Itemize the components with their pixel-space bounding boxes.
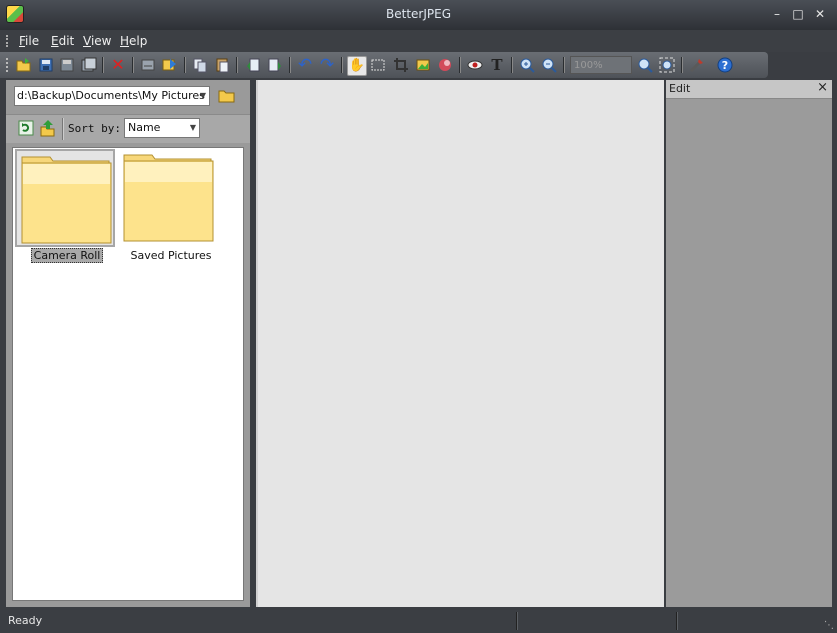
path-value: d:\Backup\Documents\My Pictures — [17, 89, 205, 102]
undo-icon[interactable]: ↶ — [296, 56, 314, 74]
window-title: BetterJPEG — [386, 7, 451, 21]
zoom-actual-icon[interactable] — [636, 56, 654, 74]
status-bar: Ready ⋱ — [0, 610, 837, 633]
main-toolbar: ✕ ↶ ↷ ✋ T 100% ? — [0, 52, 768, 78]
export-icon[interactable] — [161, 56, 179, 74]
thumbnail-grid: Camera Roll Saved Pictures — [12, 147, 244, 601]
open-icon[interactable] — [15, 56, 33, 74]
close-button[interactable]: ✕ — [811, 6, 829, 22]
adjust-image-icon[interactable] — [414, 56, 432, 74]
sort-by-value: Name — [128, 121, 161, 134]
red-eye-icon[interactable] — [466, 56, 484, 74]
menu-help[interactable]: Help — [120, 34, 147, 48]
rotate-left-icon[interactable] — [244, 56, 262, 74]
toolbar-separator — [62, 118, 64, 140]
status-divider — [516, 612, 518, 630]
copy-icon[interactable] — [191, 56, 209, 74]
zoom-in-icon[interactable] — [518, 56, 536, 74]
status-text: Ready — [8, 614, 43, 627]
image-canvas[interactable] — [256, 80, 664, 607]
refresh-icon[interactable] — [18, 120, 34, 139]
title-bar: BetterJPEG – □ ✕ — [0, 0, 837, 30]
close-icon[interactable]: × — [817, 80, 828, 95]
zoom-fit-icon[interactable] — [658, 56, 676, 74]
menu-file[interactable]: File — [19, 34, 39, 48]
edit-panel: Edit × — [666, 80, 832, 607]
save-icon[interactable] — [37, 56, 55, 74]
chevron-down-icon: ▼ — [189, 123, 196, 132]
redo-icon[interactable]: ↷ — [318, 56, 336, 74]
zoom-out-icon[interactable] — [540, 56, 558, 74]
sort-by-label: Sort by: — [68, 122, 121, 135]
path-select[interactable]: d:\Backup\Documents\My Pictures ▼ — [14, 86, 210, 106]
folder-thumbnail — [15, 149, 115, 247]
batch-save-icon[interactable] — [80, 56, 98, 74]
browser-toolbar: Sort by: Name ▼ — [6, 114, 250, 143]
folder-icon — [21, 156, 112, 244]
sort-by-select[interactable]: Name ▼ — [124, 118, 200, 138]
crop-icon[interactable] — [392, 56, 410, 74]
menu-grip[interactable] — [6, 35, 11, 47]
up-folder-icon[interactable] — [39, 119, 55, 140]
maximize-button[interactable]: □ — [789, 6, 807, 22]
edit-panel-title: Edit — [669, 82, 691, 95]
folder-icon — [123, 154, 214, 242]
edit-panel-header: Edit × — [666, 80, 832, 99]
select-tool-icon[interactable] — [369, 56, 387, 74]
toolbar-grip[interactable] — [6, 58, 11, 72]
text-tool-icon[interactable]: T — [488, 56, 506, 74]
paste-icon[interactable] — [213, 56, 231, 74]
browse-folder-icon[interactable] — [218, 88, 236, 104]
resize-grip-icon[interactable]: ⋱ — [824, 620, 834, 631]
menu-view[interactable]: View — [83, 34, 111, 48]
minimize-button[interactable]: – — [768, 6, 786, 22]
folder-caption: Saved Pictures — [130, 249, 212, 262]
rotate-right-icon[interactable] — [266, 56, 284, 74]
help-icon[interactable]: ? — [716, 56, 734, 74]
settings-icon[interactable] — [688, 56, 706, 74]
svg-text:?: ? — [722, 59, 728, 72]
undo-history-icon[interactable] — [139, 56, 157, 74]
status-divider — [676, 612, 678, 630]
folder-thumbnail — [119, 149, 219, 247]
menu-bar: File Edit View Help — [0, 30, 837, 52]
hand-tool-icon[interactable]: ✋ — [347, 56, 367, 76]
file-browser-panel: d:\Backup\Documents\My Pictures ▼ Sort b… — [6, 80, 250, 607]
chevron-down-icon: ▼ — [199, 91, 206, 100]
menu-edit[interactable]: Edit — [51, 34, 74, 48]
folder-caption: Camera Roll — [15, 248, 119, 263]
zoom-level-select[interactable]: 100% — [570, 56, 632, 74]
delete-icon[interactable]: ✕ — [109, 56, 127, 74]
save-as-icon[interactable] — [58, 56, 76, 74]
color-icon[interactable] — [436, 56, 454, 74]
